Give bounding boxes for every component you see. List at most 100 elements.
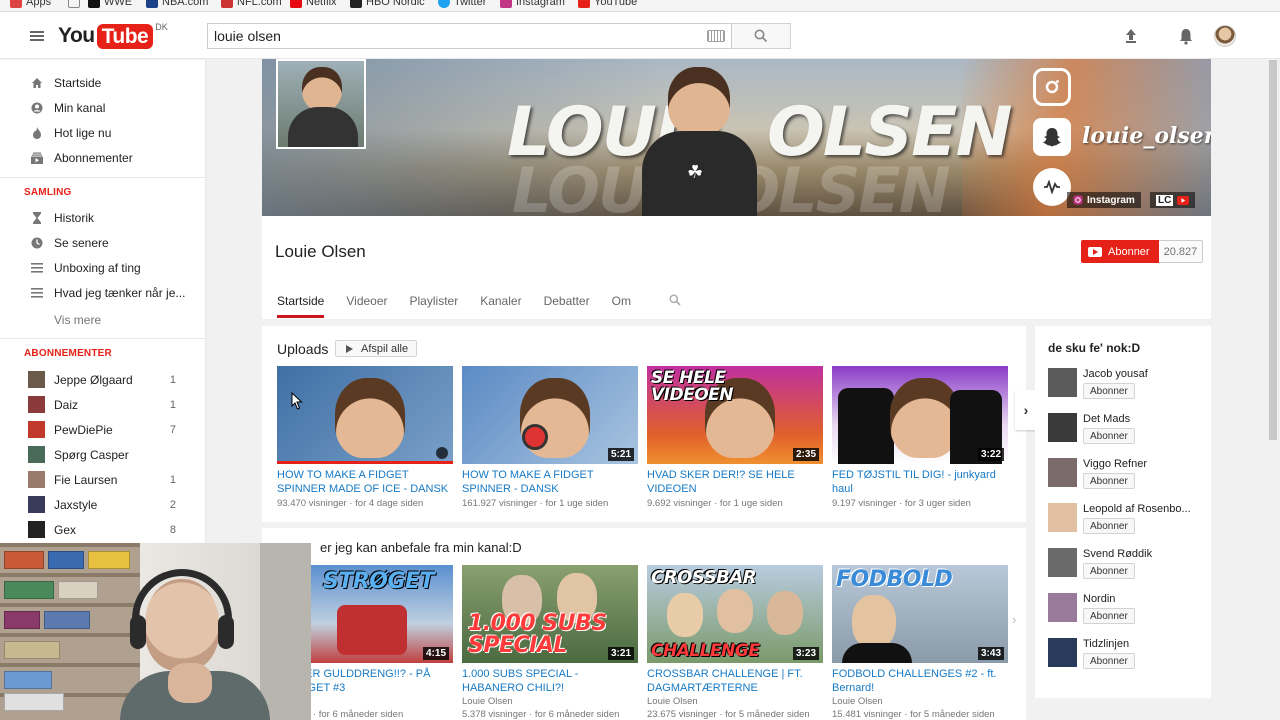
channel-name[interactable]: Tidzlinjen	[1083, 638, 1208, 650]
video-title[interactable]: CROSSBAR CHALLENGE | FT. DAGMARTÆRTERNE	[647, 667, 823, 695]
bookmark-netflix[interactable]: Netflix	[290, 0, 337, 8]
bookmark-blank[interactable]	[68, 0, 80, 8]
uploads-next-arrow[interactable]: ›	[1015, 390, 1037, 430]
sidebar-item-historik[interactable]: Historik	[0, 205, 206, 230]
subscribe-button[interactable]: Abonner	[1083, 608, 1135, 624]
bookmark-hbo[interactable]: HBO Nordic	[350, 0, 425, 8]
tab-playlister[interactable]: Playlister	[410, 294, 459, 318]
channel-name[interactable]: Jacob yousaf	[1083, 368, 1208, 380]
subscribe-button[interactable]: Abonner	[1083, 473, 1135, 489]
video-thumbnail[interactable]: 5:21	[462, 366, 638, 464]
video-card[interactable]: CROSSBAR CHALLENGE 3:23 CROSSBAR CHALLEN…	[647, 565, 823, 720]
subscriptions-heading[interactable]: ABONNEMENTER	[24, 348, 112, 359]
video-title[interactable]: FODBOLD CHALLENGES #2 - ft. Bernard!	[832, 667, 1008, 695]
sidebar-item-hot[interactable]: Hot lige nu	[0, 120, 206, 145]
sidebar-sub-fie-laursen[interactable]: Fie Laursen 1	[0, 467, 206, 492]
video-title[interactable]: FED TØJSTIL TIL DIG! - junkyard haul	[832, 468, 1008, 496]
video-card[interactable]: HOW TO MAKE A FIDGET SPINNER MADE OF ICE…	[277, 366, 453, 509]
video-title[interactable]: 1.000 SUBS SPECIAL - HABANERO CHILI?!	[462, 667, 638, 695]
video-thumbnail[interactable]	[277, 366, 453, 464]
channel-name[interactable]: Nordin	[1083, 593, 1208, 605]
channel-avatar[interactable]	[1048, 638, 1077, 667]
video-thumbnail[interactable]: 1.000 SUBS SPECIAL 3:21	[462, 565, 638, 663]
sidebar-item-startside[interactable]: Startside	[0, 70, 206, 95]
channel-name[interactable]: Leopold af Rosenbo...	[1083, 503, 1208, 515]
video-thumbnail[interactable]: 3:22	[832, 366, 1008, 464]
sidebar-sub-jeppe[interactable]: Jeppe Ølgaard 1	[0, 367, 206, 392]
scrollbar-thumb[interactable]	[1269, 60, 1277, 440]
search-button[interactable]	[732, 23, 791, 49]
bell-icon[interactable]	[1176, 26, 1196, 46]
show-more-link[interactable]: Vis mere	[54, 313, 101, 327]
video-card[interactable]: 3:22 FED TØJSTIL TIL DIG! - junkyard hau…	[832, 366, 1008, 509]
video-channel[interactable]: Louie Olsen	[462, 696, 638, 707]
sidebar-item-abonnementer[interactable]: Abonnementer	[0, 145, 206, 170]
sidebar-sub-gex[interactable]: Gex 8	[0, 517, 206, 542]
video-thumbnail[interactable]: FODBOLD 3:43	[832, 565, 1008, 663]
channel-avatar[interactable]	[1048, 503, 1077, 532]
channel-profile-picture[interactable]	[276, 59, 366, 149]
scrollbar[interactable]	[1266, 60, 1280, 720]
video-card[interactable]: 1.000 SUBS SPECIAL 3:21 1.000 SUBS SPECIA…	[462, 565, 638, 720]
tab-kanaler[interactable]: Kanaler	[480, 294, 521, 318]
tab-startside[interactable]: Startside	[277, 294, 325, 318]
menu-icon[interactable]	[30, 31, 44, 41]
tab-debatter[interactable]: Debatter	[544, 294, 590, 318]
channel-avatar[interactable]	[1048, 458, 1077, 487]
tab-om[interactable]: Om	[612, 294, 631, 318]
channel-avatar[interactable]	[1048, 413, 1077, 442]
bookmark-twitter[interactable]: Twitter	[438, 0, 486, 8]
sidebar-sub-jaxstyle[interactable]: Jaxstyle 2	[0, 492, 206, 517]
sidebar-item-se-senere[interactable]: Se senere	[0, 230, 206, 255]
subscribe-button[interactable]: Abonner	[1083, 383, 1135, 399]
video-channel[interactable]: Louie Olsen	[647, 696, 823, 707]
uploads-title[interactable]: Uploads	[277, 341, 328, 357]
channel-name[interactable]: Svend Røddik	[1083, 548, 1208, 560]
recommended-title[interactable]: er jeg kan anbefale fra min kanal:D	[320, 540, 522, 555]
keyboard-icon[interactable]	[707, 30, 725, 42]
sidebar-sub-sporg-casper[interactable]: Spørg Casper	[0, 442, 206, 467]
sidebar-item-hvad-jeg-taenker[interactable]: Hvad jeg tænker når je...	[0, 280, 206, 305]
video-thumbnail[interactable]: SE HELE VIDEOEN 2:35	[647, 366, 823, 464]
bookmark-apps[interactable]: Apps	[10, 0, 51, 8]
watch-later-icon[interactable]	[436, 447, 448, 459]
video-title[interactable]: HOW TO MAKE A FIDGET SPINNER MADE OF ICE…	[277, 468, 453, 496]
video-title[interactable]: HVAD SKER DER!? SE HELE VIDEOEN	[647, 468, 823, 496]
bookmark-wwe[interactable]: WWE	[88, 0, 132, 8]
channel-avatar[interactable]	[1048, 548, 1077, 577]
video-card[interactable]: 5:21 HOW TO MAKE A FIDGET SPINNER - DANS…	[462, 366, 638, 509]
video-card[interactable]: FODBOLD 3:43 FODBOLD CHALLENGES #2 - ft.…	[832, 565, 1008, 720]
channel-name[interactable]: Viggo Refner	[1083, 458, 1208, 470]
youtube-logo[interactable]: You Tube DK	[58, 22, 168, 49]
play-all-button[interactable]: Afspil alle	[335, 340, 418, 357]
video-card[interactable]: SE HELE VIDEOEN 2:35 HVAD SKER DER!? SE H…	[647, 366, 823, 509]
video-title[interactable]: HOW TO MAKE A FIDGET SPINNER - DANSK	[462, 468, 638, 496]
channel-avatar[interactable]	[1048, 593, 1077, 622]
subscribe-button[interactable]: Abonner	[1083, 518, 1135, 534]
sidebar-sub-daiz[interactable]: Daiz 1	[0, 392, 206, 417]
instagram-link[interactable]: Instagram	[1067, 192, 1141, 208]
sidebar-item-unboxing[interactable]: Unboxing af ting	[0, 255, 206, 280]
recommended-next-arrow[interactable]: ›	[1012, 612, 1016, 627]
bookmark-youtube[interactable]: YouTube	[578, 0, 637, 8]
bookmark-instagram[interactable]: Instagram	[500, 0, 565, 8]
video-channel[interactable]: Louie Olsen	[832, 696, 1008, 707]
bookmark-nfl[interactable]: NFL.com	[221, 0, 282, 8]
channel-search-icon[interactable]	[669, 293, 681, 306]
tab-videoer[interactable]: Videoer	[346, 294, 387, 318]
account-avatar[interactable]	[1214, 25, 1236, 47]
subscribe-button[interactable]: Abonner 20.827	[1081, 240, 1204, 263]
channel-avatar[interactable]	[1048, 368, 1077, 397]
search-input[interactable]	[207, 23, 732, 49]
samling-heading[interactable]: SAMLING	[24, 187, 72, 198]
video-thumbnail[interactable]: CROSSBAR CHALLENGE 3:23	[647, 565, 823, 663]
subscribe-button[interactable]: Abonner	[1083, 428, 1135, 444]
channel-name[interactable]: Det Mads	[1083, 413, 1208, 425]
upload-icon[interactable]	[1121, 26, 1141, 46]
bookmark-nba[interactable]: NBA.com	[146, 0, 208, 8]
sidebar-item-min-kanal[interactable]: Min kanal	[0, 95, 206, 120]
sidebar-sub-pewdiepie[interactable]: PewDiePie 7	[0, 417, 206, 442]
lc-link[interactable]: LC	[1150, 192, 1196, 208]
subscribe-button[interactable]: Abonner	[1083, 653, 1135, 669]
subscribe-button[interactable]: Abonner	[1083, 563, 1135, 579]
